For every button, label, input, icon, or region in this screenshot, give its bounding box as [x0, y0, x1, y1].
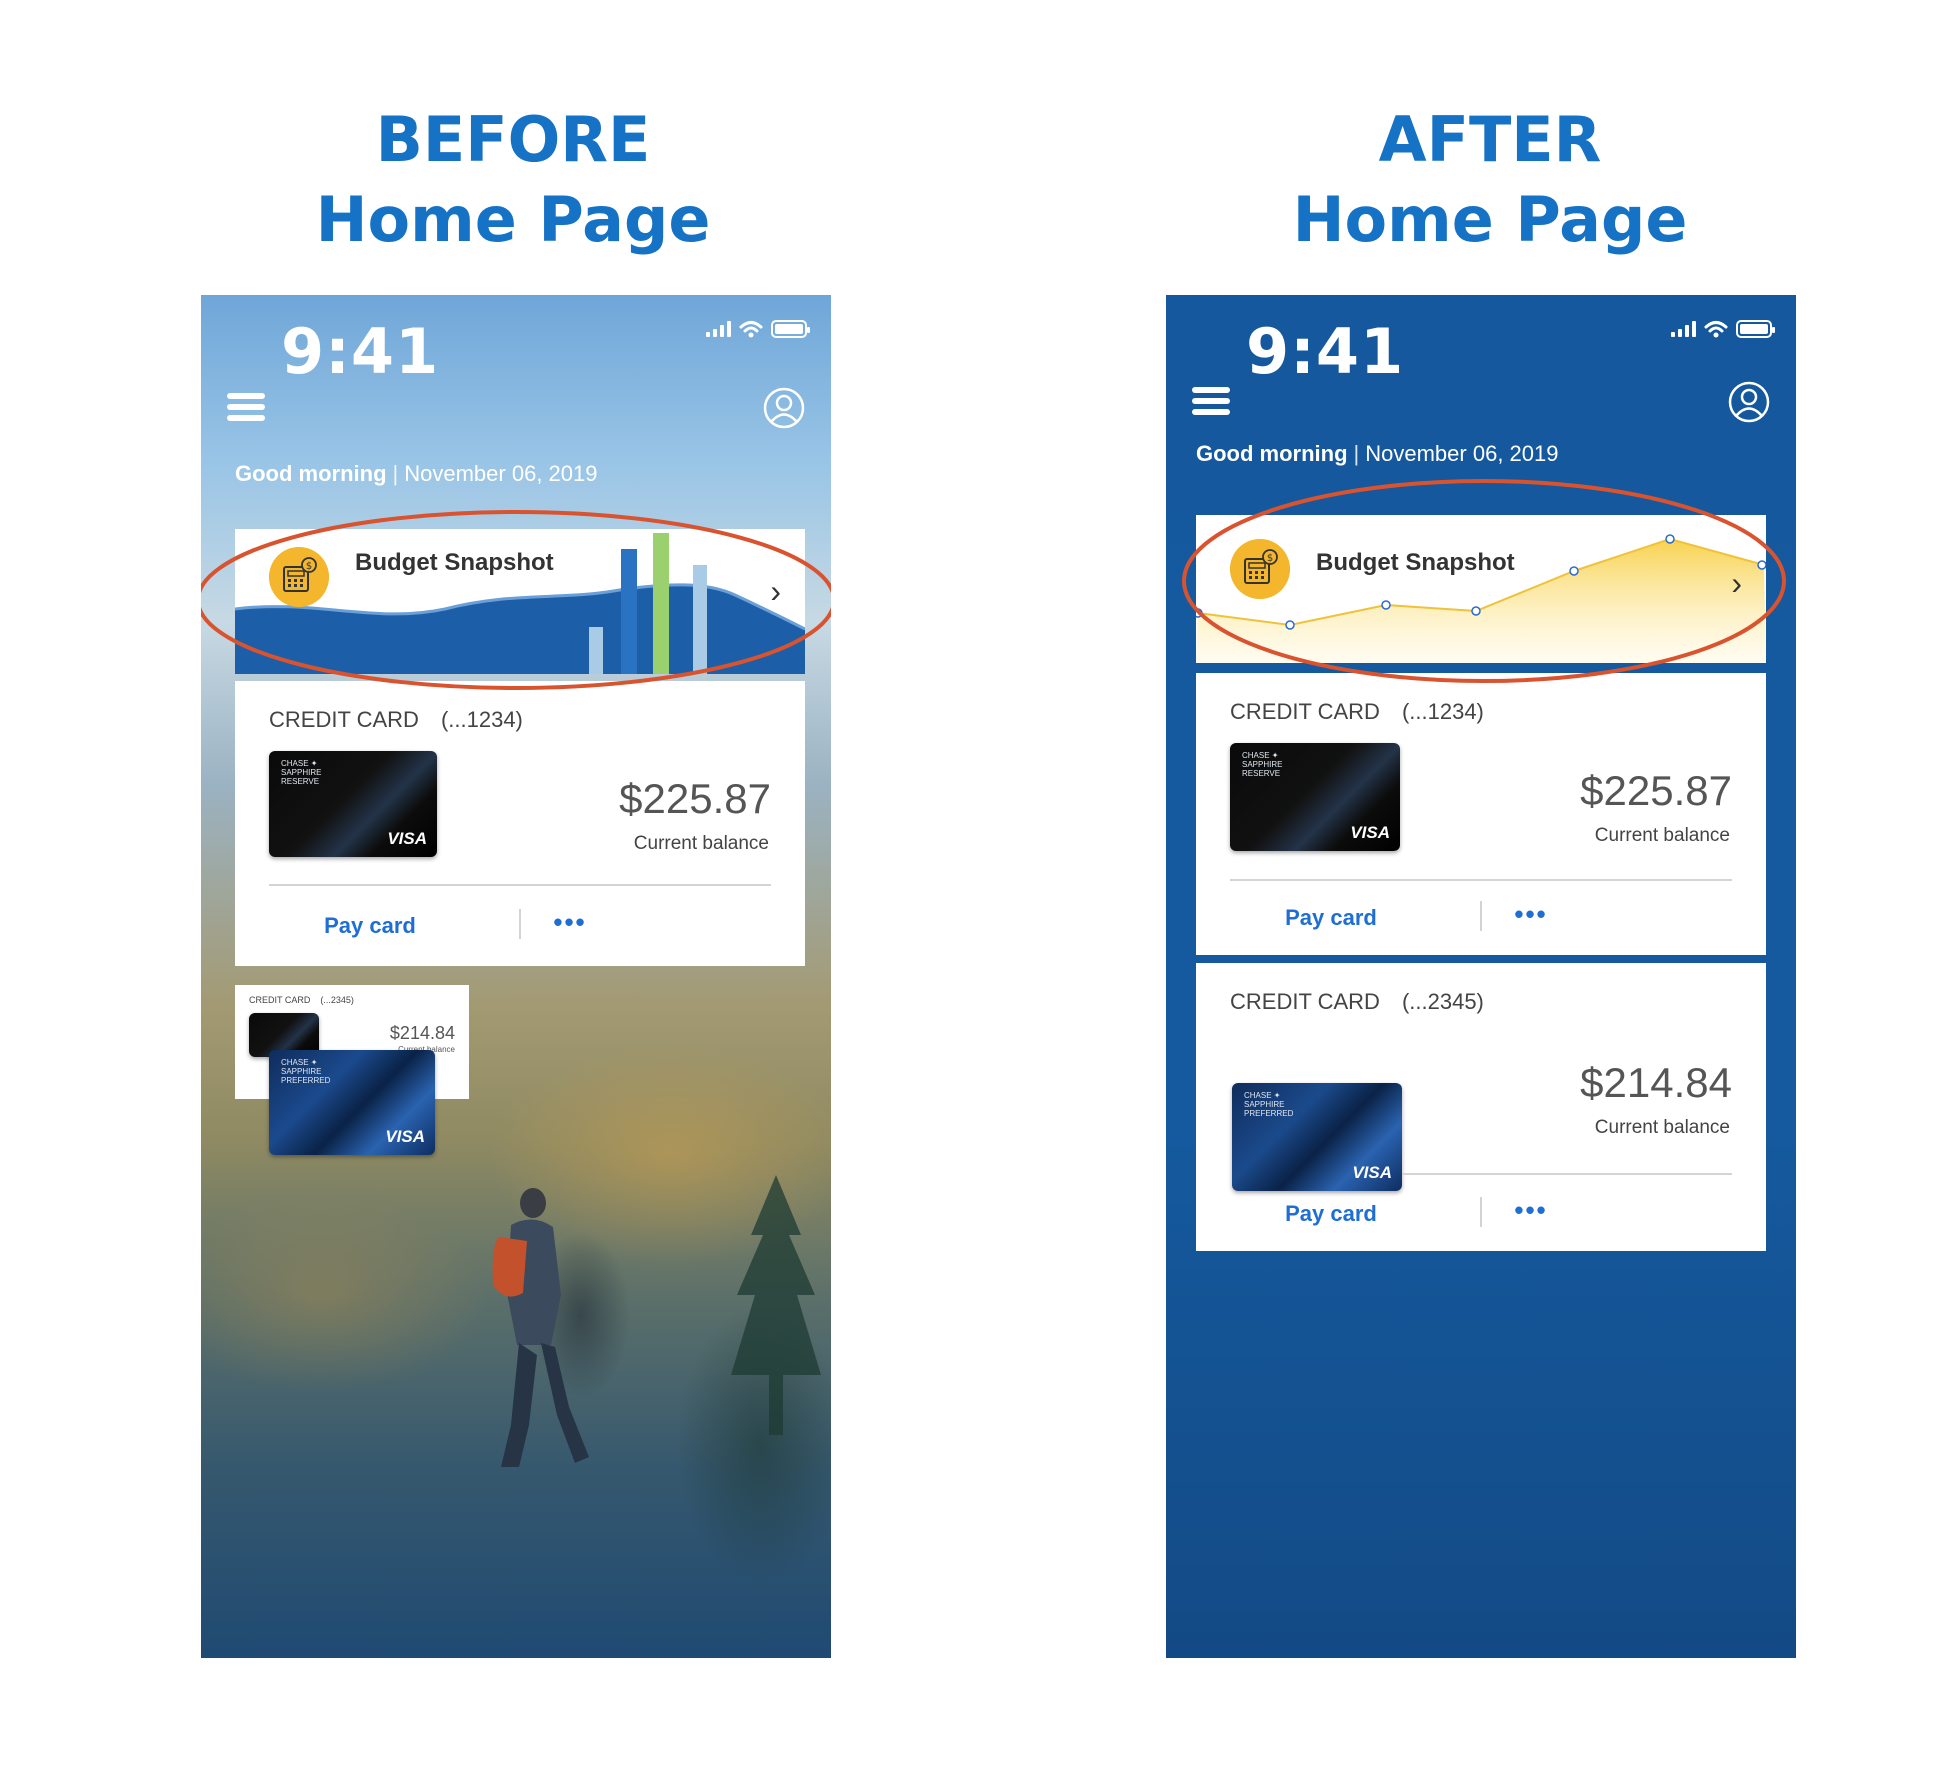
card-label: CREDIT CARD (...2345)	[1230, 989, 1484, 1015]
before-heading: BEFORE Home Page	[163, 100, 863, 260]
greeting: Good morning | November 06, 2019	[1196, 441, 1558, 467]
wifi-icon	[1704, 321, 1728, 338]
card-number: (...1234)	[1401, 699, 1484, 724]
mini-card-balance: $214.84	[389, 1023, 455, 1043]
credit-card-panel-2345: CREDIT CARD (...2345) CHASE ✦ SAPPHIRE PR…	[1196, 963, 1766, 1251]
calculator-coin-icon: $	[1230, 539, 1290, 599]
wifi-icon	[739, 321, 763, 338]
greeting-date: November 06, 2019	[404, 461, 598, 486]
card-network: VISA	[387, 829, 427, 848]
card-type: CREDIT CARD	[269, 707, 419, 732]
card-type: CREDIT CARD	[1230, 699, 1380, 724]
after-heading: AFTER Home Page	[1140, 100, 1840, 260]
chevron-right-icon[interactable]: ›	[1731, 565, 1742, 602]
mini-card-label: CREDIT CARD (...2345)	[249, 995, 354, 1005]
more-icon[interactable]: •••	[1406, 899, 1656, 930]
status-time: 9:41	[281, 315, 440, 388]
budget-snapshot-card[interactable]: $ Budget Snapshot ›	[1196, 515, 1766, 663]
greeting-separator: |	[392, 461, 399, 486]
snapshot-title: Budget Snapshot	[355, 549, 554, 576]
card-brand: CHASE ✦ SAPPHIRE RESERVE	[1242, 751, 1283, 778]
profile-icon[interactable]	[763, 387, 805, 429]
calculator-coin-icon: $	[269, 547, 329, 607]
card-image-sapphire-preferred: CHASE ✦ SAPPHIRE PREFERRED VISA	[269, 1050, 435, 1155]
card-number: (...1234)	[440, 707, 523, 732]
battery-icon	[1736, 320, 1775, 338]
more-icon[interactable]: •••	[1406, 1195, 1656, 1226]
mini-card-type: CREDIT CARD	[249, 995, 311, 1005]
signal-icon	[706, 321, 731, 337]
card-number: (...2345)	[1401, 989, 1484, 1014]
card-label: CREDIT CARD (...1234)	[1230, 699, 1484, 725]
card-divider	[269, 884, 771, 886]
greeting-salutation: Good morning	[235, 461, 387, 486]
card-image-sapphire-reserve: CHASE ✦ SAPPHIRE RESERVE VISA	[1230, 743, 1400, 851]
card-balance-caption: Current balance	[633, 833, 769, 854]
card-balance-caption: Current balance	[1594, 1117, 1730, 1138]
svg-text:$: $	[306, 561, 312, 572]
card-network: VISA	[1352, 1163, 1392, 1182]
card-brand: CHASE ✦ SAPPHIRE RESERVE	[281, 759, 322, 786]
after-heading-line1: AFTER	[1378, 103, 1602, 176]
card-brand: CHASE ✦ SAPPHIRE PREFERRED	[281, 1058, 331, 1085]
after-heading-line2: Home Page	[1292, 183, 1688, 256]
card-divider	[1402, 1173, 1732, 1175]
card-type: CREDIT CARD	[1230, 989, 1380, 1014]
card-network: VISA	[1350, 823, 1390, 842]
card-brand: CHASE ✦ SAPPHIRE PREFERRED	[1244, 1091, 1294, 1118]
menu-icon[interactable]	[227, 393, 265, 421]
pine-tree-image	[731, 1175, 821, 1435]
card-divider	[1230, 879, 1732, 881]
card-image-sapphire-reserve: CHASE ✦ SAPPHIRE RESERVE VISA	[269, 751, 437, 857]
greeting-separator: |	[1353, 441, 1360, 466]
card-network: VISA	[385, 1127, 425, 1146]
after-phone-screen: 9:41 Good morning | November 06, 2019 $ …	[1166, 295, 1796, 1658]
card-balance: $225.87	[1580, 767, 1732, 814]
greeting-date: November 06, 2019	[1365, 441, 1559, 466]
snapshot-title: Budget Snapshot	[1316, 549, 1515, 576]
card-balance-caption: Current balance	[1594, 825, 1730, 846]
card-balance: $214.84	[1580, 1059, 1732, 1106]
status-time: 9:41	[1246, 315, 1405, 388]
mini-card-number: (...2345)	[320, 995, 354, 1005]
battery-icon	[771, 320, 810, 338]
status-icons	[1671, 320, 1775, 338]
card-image-sapphire-preferred: CHASE ✦ SAPPHIRE PREFERRED VISA	[1232, 1083, 1402, 1191]
chevron-right-icon[interactable]: ›	[770, 573, 781, 610]
before-heading-line1: BEFORE	[375, 103, 651, 176]
card-balance: $225.87	[619, 775, 771, 822]
greeting: Good morning | November 06, 2019	[235, 461, 597, 487]
signal-icon	[1671, 321, 1696, 337]
credit-card-panel-1234: CREDIT CARD (...1234) CHASE ✦ SAPPHIRE RE…	[235, 681, 805, 966]
before-phone-screen: 9:41 Good morning|November 06, 2019 $	[201, 295, 831, 1658]
profile-icon[interactable]	[1728, 381, 1770, 423]
credit-card-panel-1234: CREDIT CARD (...1234) CHASE ✦ SAPPHIRE RE…	[1196, 673, 1766, 955]
budget-snapshot-card[interactable]: $ Budget Snapshot ›	[235, 529, 805, 674]
before-heading-line2: Home Page	[315, 183, 711, 256]
status-icons	[706, 320, 810, 338]
hiker-image	[492, 1188, 589, 1467]
card-label: CREDIT CARD (...1234)	[269, 707, 523, 733]
svg-text:$: $	[1267, 553, 1273, 564]
menu-icon[interactable]	[1192, 387, 1230, 415]
greeting-salutation: Good morning	[1196, 441, 1348, 466]
more-icon[interactable]: •••	[445, 907, 695, 938]
